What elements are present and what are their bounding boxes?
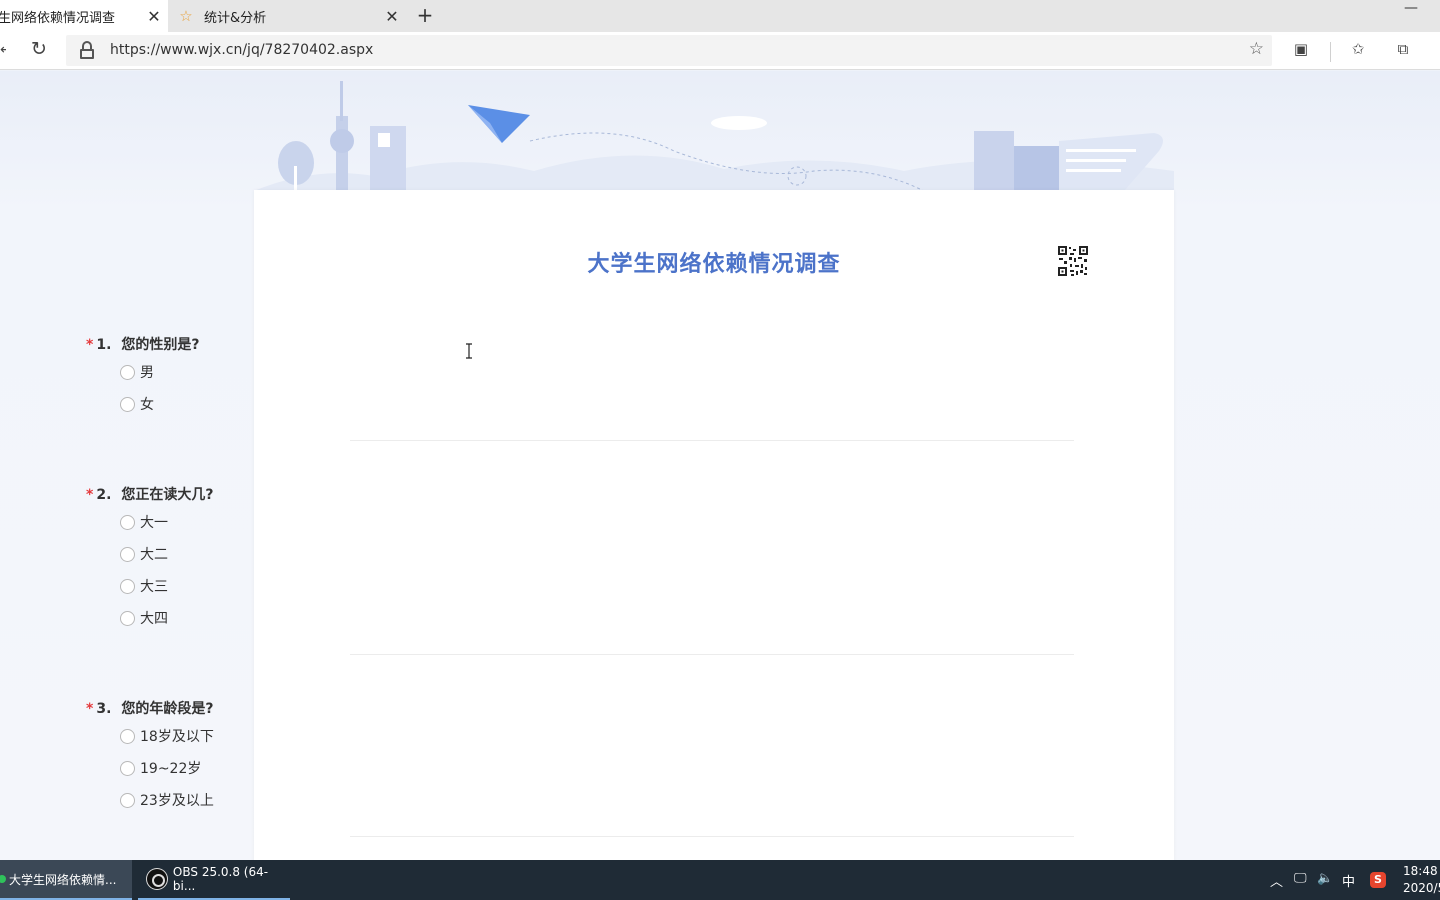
question-3: * 3. 您的年龄段是? 18岁及以下 19~22岁 23岁及以上	[86, 699, 820, 817]
question-text: 您的年龄段是?	[121, 701, 214, 717]
radio-icon[interactable]	[120, 579, 135, 594]
taskbar: 大学生网络依赖情... OBS 25.0.8 (64-bi... ︿ 🖵 🔈 中…	[0, 860, 1440, 900]
minimize-button[interactable]: —	[1404, 0, 1418, 16]
reload-icon[interactable]: ↻	[28, 38, 50, 60]
option-label[interactable]: 大二	[140, 547, 168, 563]
text-cursor-icon	[466, 343, 472, 359]
option-radio[interactable]: 女	[86, 389, 820, 421]
extensions-icon[interactable]: ⧉	[1393, 40, 1413, 58]
radio-icon[interactable]	[120, 365, 135, 380]
option-label[interactable]: 大三	[140, 579, 168, 595]
sogou-ime-icon[interactable]: S	[1370, 872, 1386, 888]
more-icon[interactable]: ⋮	[1432, 40, 1440, 58]
option-label[interactable]: 18岁及以下	[140, 729, 214, 745]
question-1: * 1. 您的性别是? 男 女	[86, 335, 820, 421]
required-marker: *	[86, 487, 94, 503]
chevron-up-icon[interactable]: ︿	[1270, 871, 1283, 890]
option-radio[interactable]: 19~22岁	[86, 753, 820, 785]
favorites-list-icon[interactable]: ✩	[1348, 40, 1368, 58]
question-text: 您正在读大几?	[121, 487, 214, 503]
option-label[interactable]: 23岁及以上	[140, 793, 214, 809]
ime-indicator[interactable]: 中	[1342, 871, 1355, 890]
question-number: 3.	[96, 701, 112, 717]
option-radio[interactable]: 大三	[86, 571, 820, 603]
tab-title: 生网络依赖情况调查	[0, 10, 116, 26]
navigation-bar: ← ↻ https://www.wjx.cn/jq/78270402.aspx …	[0, 32, 1440, 70]
question-text: 您的性别是?	[121, 337, 200, 353]
clock-date: 2020/5	[1403, 881, 1440, 895]
question-2: * 2. 您正在读大几? 大一 大二 大三 大四	[86, 485, 820, 635]
tab-stats[interactable]: ☆ 统计&分析 ✕	[168, 0, 406, 32]
question-title: * 1. 您的性别是?	[86, 335, 820, 355]
star-icon: ☆	[179, 7, 193, 25]
taskbar-app-obs[interactable]: OBS 25.0.8 (64-bi...	[138, 860, 290, 900]
network-icon[interactable]: 🖵	[1294, 871, 1307, 886]
address-bar[interactable]: https://www.wjx.cn/jq/78270402.aspx ☆	[66, 35, 1272, 66]
tab-survey[interactable]: 生网络依赖情况调查 ✕	[0, 0, 168, 32]
lock-icon	[80, 41, 94, 59]
question-divider	[350, 654, 1074, 655]
option-radio[interactable]: 23岁及以上	[86, 785, 820, 817]
question-divider	[350, 836, 1074, 837]
new-tab-button[interactable]: +	[412, 3, 438, 27]
option-radio[interactable]: 大一	[86, 507, 820, 539]
back-icon[interactable]: ←	[0, 42, 6, 56]
option-label[interactable]: 大四	[140, 611, 168, 627]
banner-illustration	[254, 81, 1174, 191]
question-number: 2.	[96, 487, 112, 503]
required-marker: *	[86, 701, 94, 717]
tab-bar: 生网络依赖情况调查 ✕ ☆ 统计&分析 ✕ + —	[0, 0, 1440, 32]
radio-icon[interactable]	[120, 515, 135, 530]
question-title: * 2. 您正在读大几?	[86, 485, 820, 505]
taskbar-app-browser[interactable]: 大学生网络依赖情...	[0, 860, 132, 900]
option-radio[interactable]: 大二	[86, 539, 820, 571]
close-tab-icon[interactable]: ✕	[140, 7, 168, 26]
option-radio[interactable]: 大四	[86, 603, 820, 635]
system-clock[interactable]: 18:48 2020/5	[1403, 863, 1440, 897]
app-status-icon	[0, 875, 6, 883]
question-divider	[350, 440, 1074, 441]
option-label[interactable]: 女	[140, 397, 154, 413]
toolbar-divider	[1330, 42, 1331, 62]
qr-code-icon[interactable]	[1057, 245, 1089, 277]
required-marker: *	[86, 337, 94, 353]
option-radio[interactable]: 18岁及以下	[86, 721, 820, 753]
radio-icon[interactable]	[120, 761, 135, 776]
favorite-star-icon[interactable]: ☆	[1249, 39, 1264, 59]
survey-title: 大学生网络依赖情况调查	[587, 252, 841, 277]
page-content: 大学生网络依赖情况调查 *1.您的性别是? 男 女 *2.您正在读大几?	[0, 71, 1440, 860]
question-number: 1.	[96, 337, 112, 353]
tab-title: 统计&分析	[204, 10, 267, 26]
collections-icon[interactable]: ▣	[1291, 40, 1311, 58]
question-title: * 3. 您的年龄段是?	[86, 699, 820, 719]
obs-icon	[146, 868, 168, 890]
clock-time: 18:48	[1403, 864, 1438, 878]
taskbar-app-label: 大学生网络依赖情...	[9, 872, 117, 887]
radio-icon[interactable]	[120, 729, 135, 744]
option-label[interactable]: 男	[140, 365, 154, 381]
option-label[interactable]: 大一	[140, 515, 168, 531]
radio-icon[interactable]	[120, 793, 135, 808]
volume-icon[interactable]: 🔈	[1317, 871, 1333, 886]
radio-icon[interactable]	[120, 397, 135, 412]
option-radio[interactable]: 男	[86, 357, 820, 389]
taskbar-app-label: OBS 25.0.8 (64-bi...	[172, 865, 269, 893]
radio-icon[interactable]	[120, 547, 135, 562]
close-tab-icon[interactable]: ✕	[378, 7, 406, 26]
option-label[interactable]: 19~22岁	[140, 761, 201, 777]
radio-icon[interactable]	[120, 611, 135, 626]
url-text[interactable]: https://www.wjx.cn/jq/78270402.aspx	[110, 42, 373, 58]
